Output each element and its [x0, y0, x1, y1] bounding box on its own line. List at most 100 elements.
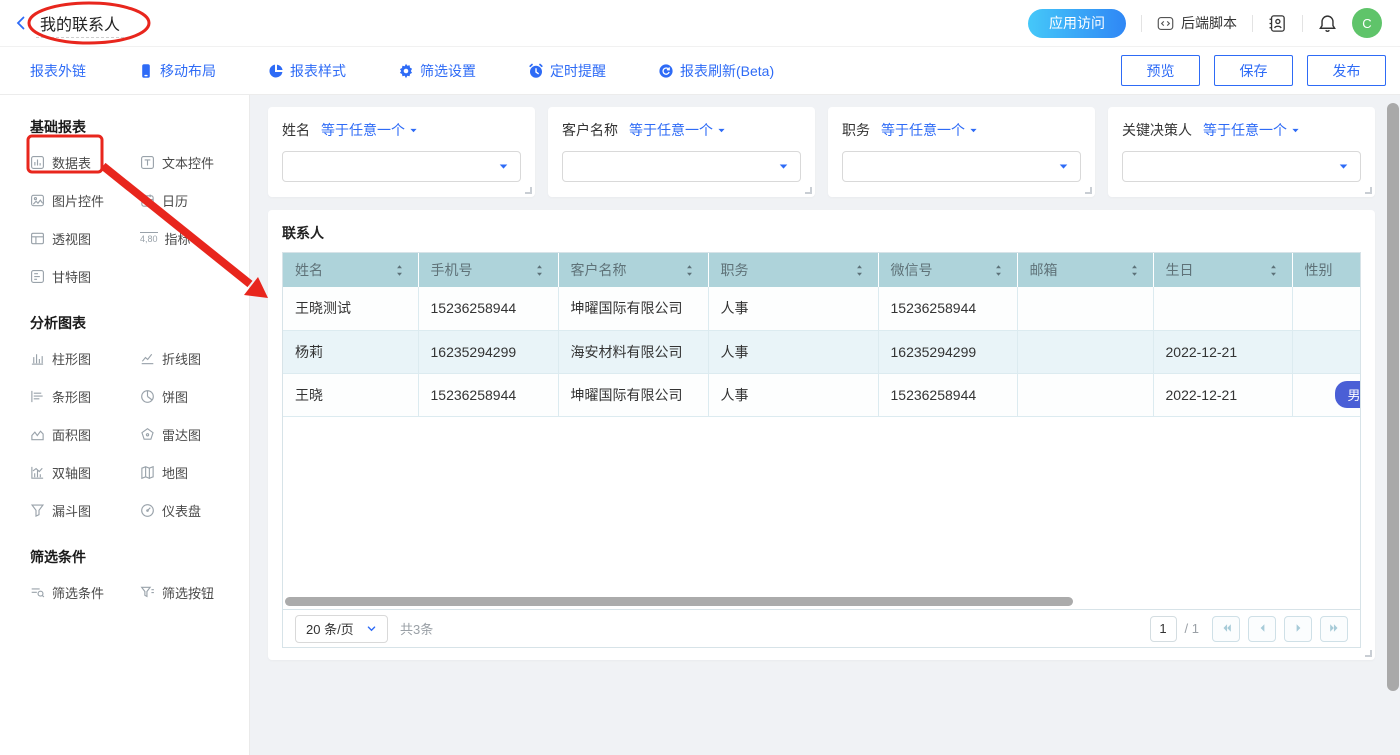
table-title: 联系人 — [282, 223, 1361, 243]
sort-icon[interactable] — [393, 264, 406, 277]
save-button[interactable]: 保存 — [1214, 55, 1293, 86]
toolbar-tab-label: 报表刷新(Beta) — [680, 61, 774, 81]
toolbar-tab-label: 移动布局 — [160, 61, 216, 81]
sidebar-section-title: 分析图表 — [30, 313, 249, 333]
sidebar-item-label: 透视图 — [52, 229, 91, 248]
filter-operator[interactable]: 等于任意一个 — [1203, 120, 1300, 140]
caret-down-icon — [1291, 126, 1300, 135]
sort-icon[interactable] — [533, 264, 546, 277]
column-header-姓名[interactable]: 姓名 — [283, 253, 418, 287]
sidebar-item-column-chart[interactable]: 柱形图 — [30, 349, 140, 368]
table-row: 王晓15236258944坤曜国际有限公司人事152362589442022-1… — [283, 373, 1360, 416]
pg-first-icon — [1219, 621, 1234, 636]
caret-down-icon — [409, 126, 418, 135]
prev-page-button[interactable] — [1248, 616, 1276, 642]
column-header-邮箱[interactable]: 邮箱 — [1017, 253, 1153, 287]
sort-icon[interactable] — [683, 264, 696, 277]
sidebar-item-line-chart[interactable]: 折线图 — [140, 349, 248, 368]
back-icon[interactable] — [13, 15, 29, 31]
last-page-button[interactable] — [1320, 616, 1348, 642]
sidebar-item-gantt[interactable]: 甘特图 — [30, 267, 140, 286]
toolbar-tab-filter-settings[interactable]: 筛选设置 — [398, 61, 476, 81]
filter-operator[interactable]: 等于任意一个 — [321, 120, 418, 140]
table-cell: 15236258944 — [878, 287, 1017, 330]
sort-icon[interactable] — [1128, 264, 1141, 277]
current-page-input[interactable]: 1 — [1150, 616, 1177, 642]
sidebar-item-label: 筛选条件 — [52, 583, 104, 602]
toolbar-tab-report-style[interactable]: 报表样式 — [268, 61, 346, 81]
page-size-select[interactable]: 20 条/页 — [295, 615, 388, 643]
sidebar-item-data-table[interactable]: 数据表 — [30, 153, 140, 172]
sidebar-item-map[interactable]: 地图 — [140, 463, 248, 482]
sidebar-item-pie-chart[interactable]: 饼图 — [140, 387, 248, 406]
table-cell: 15236258944 — [878, 373, 1017, 416]
contacts-directory-button[interactable] — [1268, 14, 1287, 33]
filter-operator[interactable]: 等于任意一个 — [881, 120, 978, 140]
preview-button[interactable]: 预览 — [1121, 55, 1200, 86]
gear-icon — [398, 63, 414, 79]
sidebar-item-radar-chart[interactable]: 雷达图 — [140, 425, 248, 444]
canvas-area: 姓名等于任意一个客户名称等于任意一个职务等于任意一个关键决策人等于任意一个 联系… — [250, 95, 1400, 755]
sidebar-item-metric[interactable]: 4,80指标 — [140, 229, 248, 248]
resize-handle[interactable] — [1365, 187, 1372, 194]
table-cell: 人事 — [708, 373, 878, 416]
sidebar-item-text-widget[interactable]: 文本控件 — [140, 153, 248, 172]
first-page-button[interactable] — [1212, 616, 1240, 642]
sort-icon[interactable] — [1267, 264, 1280, 277]
app-access-button[interactable]: 应用访问 — [1028, 9, 1126, 38]
filter-value-select[interactable] — [842, 151, 1081, 182]
toolbar-tab-timed-reminder[interactable]: 定时提醒 — [528, 61, 606, 81]
filter-operator[interactable]: 等于任意一个 — [629, 120, 726, 140]
sidebar-item-filter-list[interactable]: 筛选条件 — [30, 583, 140, 602]
column-header-inner: 手机号 — [431, 260, 546, 280]
column-header-客户名称[interactable]: 客户名称 — [558, 253, 708, 287]
sidebar-item-funnel[interactable]: 漏斗图 — [30, 501, 140, 520]
vertical-scrollbar[interactable] — [1387, 103, 1399, 691]
sidebar-item-label: 雷达图 — [162, 425, 201, 444]
resize-handle[interactable] — [1365, 650, 1372, 657]
sidebar-item-dual-axis[interactable]: 双轴图 — [30, 463, 140, 482]
sidebar-section-items: 筛选条件 筛选按钮 — [30, 583, 249, 602]
backend-script-button[interactable]: 后端脚本 — [1157, 13, 1237, 33]
toolbar-tab-report-refresh[interactable]: 报表刷新(Beta) — [658, 61, 774, 81]
sort-icon[interactable] — [992, 264, 1005, 277]
toolbar-tabs: 报表外链 移动布局 报表样式 筛选设置 定时提醒 报表刷新(Beta) — [30, 61, 774, 81]
page-title[interactable]: 我的联系人 — [36, 17, 124, 38]
notifications-button[interactable] — [1318, 14, 1337, 33]
filter-value-select[interactable] — [1122, 151, 1361, 182]
column-header-生日[interactable]: 生日 — [1153, 253, 1292, 287]
sidebar-item-area-chart[interactable]: 面积图 — [30, 425, 140, 444]
filter-value-select[interactable] — [282, 151, 521, 182]
sidebar-item-gauge[interactable]: 仪表盘 — [140, 501, 248, 520]
next-page-button[interactable] — [1284, 616, 1312, 642]
table-cell — [1292, 330, 1360, 373]
resize-handle[interactable] — [525, 187, 532, 194]
resize-handle[interactable] — [1085, 187, 1092, 194]
column-header-职务[interactable]: 职务 — [708, 253, 878, 287]
sidebar-item-label: 文本控件 — [162, 153, 214, 172]
sort-icon[interactable] — [853, 264, 866, 277]
filter-card-name: 姓名等于任意一个 — [268, 107, 535, 197]
column-header-手机号[interactable]: 手机号 — [418, 253, 558, 287]
toolbar-tab-report-link[interactable]: 报表外链 — [30, 61, 86, 81]
table-cell — [1017, 287, 1153, 330]
column-header-inner: 性别 — [1305, 260, 1361, 280]
gantt-icon — [30, 269, 45, 284]
table-cell: 王晓 — [283, 373, 418, 416]
toolbar-tab-mobile-layout[interactable]: 移动布局 — [138, 61, 216, 81]
filter-value-select[interactable] — [562, 151, 801, 182]
sidebar-item-calendar[interactable]: 日历 — [140, 191, 248, 210]
sidebar-item-image-widget[interactable]: 图片控件 — [30, 191, 140, 210]
sidebar-item-pivot[interactable]: 透视图 — [30, 229, 140, 248]
avatar[interactable]: C — [1352, 8, 1382, 38]
sidebar-item-filter-button[interactable]: 筛选按钮 — [140, 583, 248, 602]
horizontal-scrollbar[interactable] — [285, 597, 1073, 606]
sidebar-section-items: 柱形图折线图条形图饼图面积图 雷达图双轴图地图漏斗图仪表盘 — [30, 349, 249, 520]
backend-script-label: 后端脚本 — [1181, 13, 1237, 33]
column-header-inner: 微信号 — [891, 260, 1005, 280]
sidebar-item-bar-chart[interactable]: 条形图 — [30, 387, 140, 406]
column-header-性别[interactable]: 性别 — [1292, 253, 1360, 287]
publish-button[interactable]: 发布 — [1307, 55, 1386, 86]
column-header-微信号[interactable]: 微信号 — [878, 253, 1017, 287]
resize-handle[interactable] — [805, 187, 812, 194]
